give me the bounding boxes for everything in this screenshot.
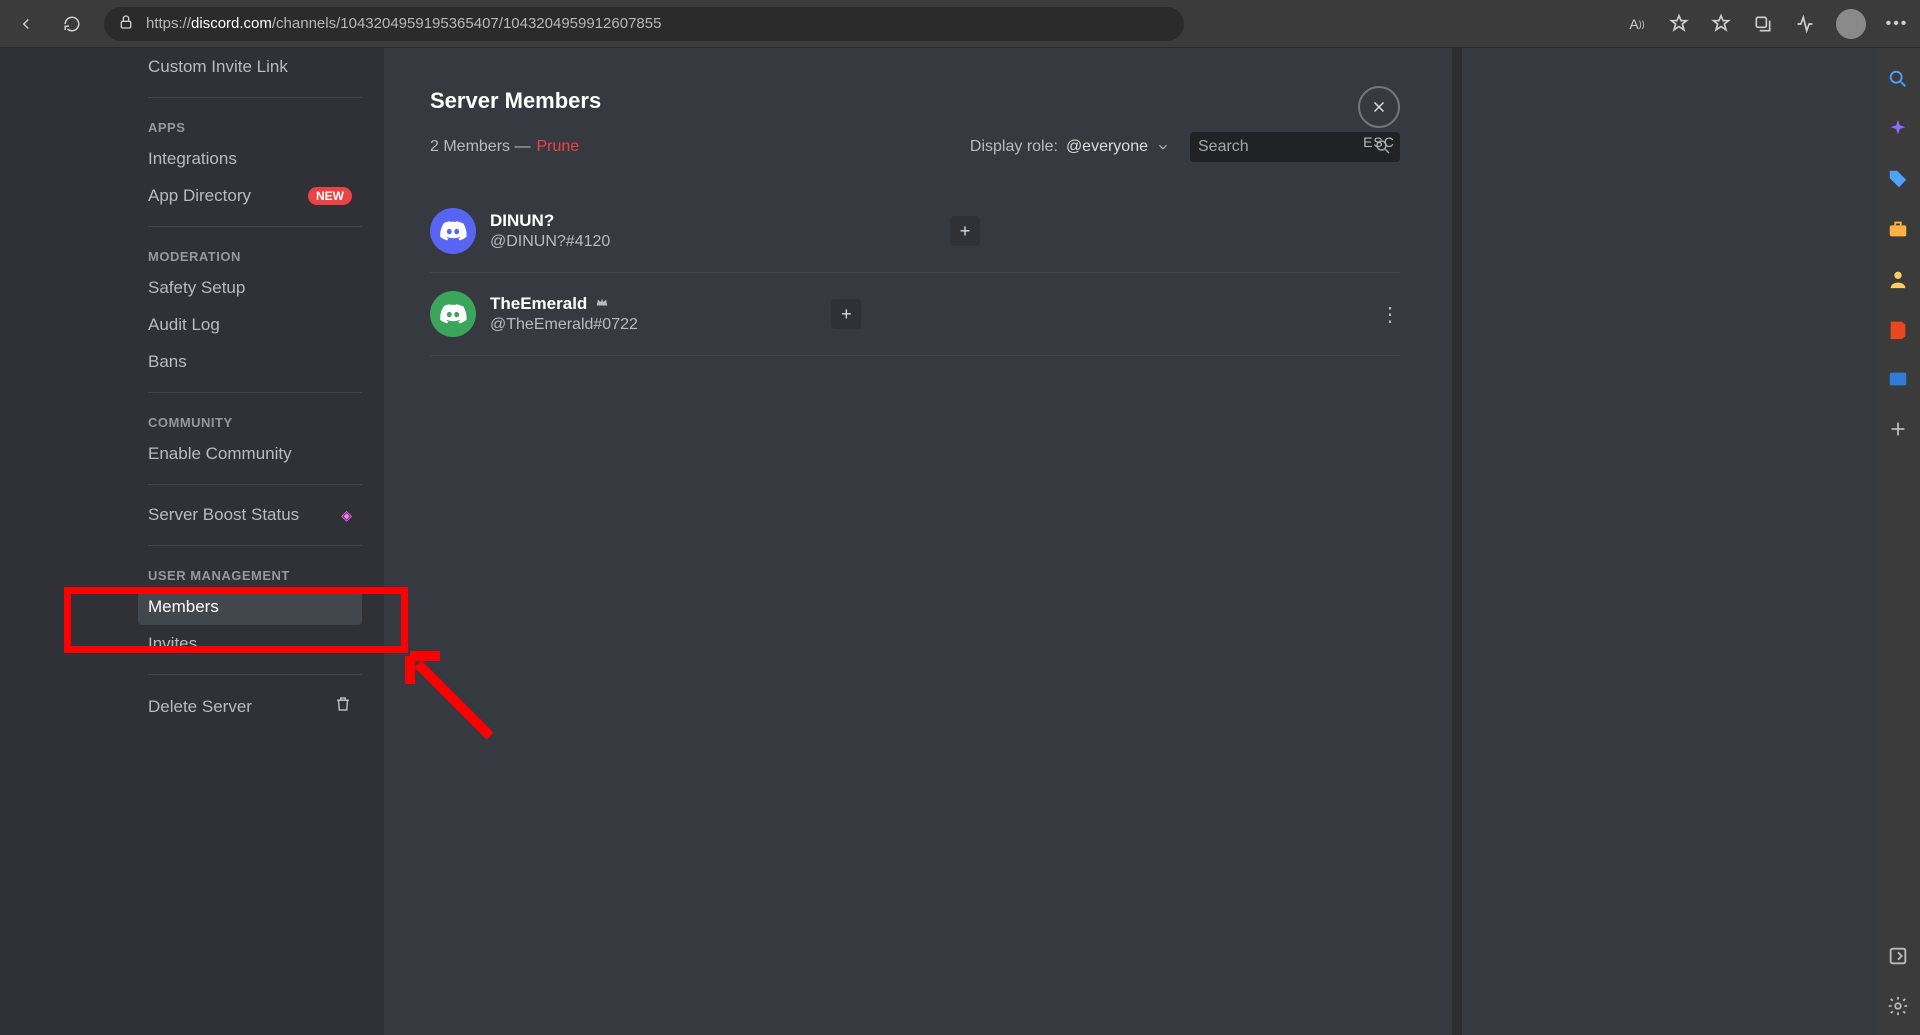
add-role-button[interactable]: + — [831, 299, 861, 329]
text-size-icon[interactable]: A)) — [1626, 13, 1648, 35]
sidebar-item-label: Enable Community — [148, 444, 292, 464]
members-toolbar: 2 Members — Prune Display role: @everyon… — [430, 132, 1400, 162]
sidebar-item-app-directory[interactable]: App Directory NEW — [138, 178, 362, 214]
member-row[interactable]: TheEmerald @TheEmerald#0722 + ⋮ — [430, 273, 1400, 356]
sidebar-item-enable-community[interactable]: Enable Community — [138, 436, 362, 472]
trash-icon — [334, 695, 352, 718]
close-settings[interactable]: ESC — [1358, 86, 1400, 150]
favorites-icon[interactable] — [1710, 13, 1732, 35]
role-filter-value: @everyone — [1066, 138, 1148, 156]
esc-label: ESC — [1358, 134, 1400, 150]
sidebar-item-members[interactable]: Members — [138, 589, 362, 625]
lock-icon — [118, 14, 134, 34]
more-icon[interactable]: ••• — [1886, 13, 1908, 35]
settings-sidebar: Custom Invite Link APPS Integrations App… — [0, 48, 384, 1035]
sidebar-header-moderation: MODERATION — [148, 249, 362, 264]
sidebar-item-boost[interactable]: Server Boost Status ◈ — [138, 497, 362, 533]
settings-content: ESC Server Members 2 Members — Prune Dis… — [384, 48, 1452, 1035]
add-role-button[interactable]: + — [950, 216, 980, 246]
person-icon[interactable] — [1887, 268, 1909, 290]
sparkle-icon[interactable] — [1887, 118, 1909, 140]
sidebar-item-label: Audit Log — [148, 315, 220, 335]
office-icon[interactable] — [1887, 318, 1909, 340]
add-favorite-icon[interactable] — [1668, 13, 1690, 35]
prune-link[interactable]: Prune — [536, 138, 579, 156]
chevron-down-icon — [1156, 140, 1170, 154]
address-bar[interactable]: https://discord.com/channels/10432049591… — [104, 7, 1184, 41]
member-row[interactable]: DINUN? @DINUN?#4120 + — [430, 190, 1400, 273]
sidebar-item-label: Invites — [148, 634, 197, 654]
sidebar-item-custom-invite[interactable]: Custom Invite Link — [138, 49, 362, 85]
browser-top-bar: https://discord.com/channels/10432049591… — [0, 0, 1920, 48]
sidebar-item-label: Delete Server — [148, 697, 252, 717]
owner-crown-icon — [595, 294, 609, 314]
close-icon[interactable] — [1358, 86, 1400, 128]
discord-logo-icon — [439, 303, 467, 325]
member-tag: @DINUN?#4120 — [490, 233, 610, 251]
member-name: TheEmerald — [490, 294, 587, 314]
role-filter-label: Display role: — [970, 138, 1058, 156]
url-prefix: https:// — [146, 15, 191, 32]
search-icon[interactable] — [1887, 68, 1909, 90]
sidebar-item-invites[interactable]: Invites — [138, 626, 362, 662]
sidebar-item-label: App Directory — [148, 186, 251, 206]
sidebar-item-label: Safety Setup — [148, 278, 245, 298]
sidebar-item-label: Members — [148, 597, 219, 617]
member-more-button[interactable]: ⋮ — [1380, 302, 1400, 327]
outlook-icon[interactable] — [1887, 368, 1909, 390]
sidebar-separator — [148, 674, 362, 675]
sidebar-item-label: Server Boost Status — [148, 505, 299, 525]
refresh-button[interactable] — [58, 10, 86, 38]
sidebar-header-apps: APPS — [148, 120, 362, 135]
content-scrollbar[interactable] — [1452, 48, 1462, 1035]
profile-button[interactable] — [1836, 9, 1866, 39]
sidebar-separator — [148, 392, 362, 393]
sidebar-item-bans[interactable]: Bans — [138, 344, 362, 380]
avatar — [430, 291, 476, 337]
sidebar-separator — [148, 97, 362, 98]
sidebar-item-delete-server[interactable]: Delete Server — [138, 687, 362, 726]
page-title: Server Members — [430, 88, 1400, 114]
briefcase-icon[interactable] — [1887, 218, 1909, 240]
back-button[interactable] — [12, 10, 40, 38]
sidebar-item-audit-log[interactable]: Audit Log — [138, 307, 362, 343]
new-badge: NEW — [308, 187, 352, 205]
member-name: DINUN? — [490, 211, 554, 231]
discord-settings: Custom Invite Link APPS Integrations App… — [0, 48, 1452, 1035]
sidebar-item-safety[interactable]: Safety Setup — [138, 270, 362, 306]
member-tag: @TheEmerald#0722 — [490, 316, 638, 334]
avatar — [430, 208, 476, 254]
member-count: 2 Members — — [430, 138, 530, 156]
browser-right-icons: A)) ••• — [1626, 9, 1908, 39]
performance-icon[interactable] — [1794, 13, 1816, 35]
search-placeholder: Search — [1198, 138, 1374, 156]
discord-logo-icon — [439, 220, 467, 242]
url-path: /channels/1043204959195365407/1043204959… — [272, 15, 662, 32]
sidebar-item-label: Bans — [148, 352, 187, 372]
url-domain: discord.com — [191, 15, 272, 32]
sidebar-header-user-mgmt: USER MANAGEMENT — [148, 568, 362, 583]
settings-icon[interactable] — [1887, 995, 1909, 1017]
sidebar-separator — [148, 484, 362, 485]
edge-sidebar — [1876, 48, 1920, 1035]
tag-icon[interactable] — [1887, 168, 1909, 190]
sidebar-item-integrations[interactable]: Integrations — [138, 141, 362, 177]
sidebar-item-label: Integrations — [148, 149, 237, 169]
sidebar-separator — [148, 545, 362, 546]
sidebar-separator — [148, 226, 362, 227]
sidebar-header-community: COMMUNITY — [148, 415, 362, 430]
add-sidebar-icon[interactable] — [1887, 418, 1909, 440]
boost-gem-icon: ◈ — [341, 507, 352, 524]
sidebar-item-label: Custom Invite Link — [148, 57, 288, 77]
role-filter[interactable]: Display role: @everyone — [970, 138, 1170, 156]
collections-icon[interactable] — [1752, 13, 1774, 35]
collapse-icon[interactable] — [1887, 945, 1909, 967]
